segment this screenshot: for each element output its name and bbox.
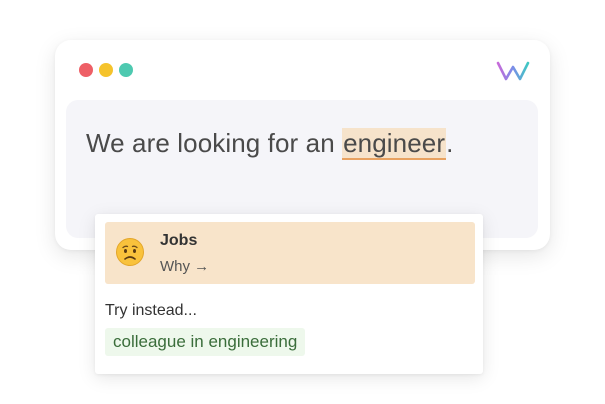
issue-title: Jobs [160,232,198,249]
stage: We are looking for an engineer. Jobs Why… [0,0,605,404]
why-link[interactable]: Why → [160,258,209,275]
minimize-window-button[interactable] [99,63,113,77]
editor-sentence: We are looking for an engineer. [86,128,454,160]
try-instead-label: Try instead... [105,302,197,319]
sentence-text-after: . [446,128,454,158]
flagged-word[interactable]: engineer [342,128,447,160]
suggestion-chip[interactable]: colleague in engineering [105,328,306,356]
maximize-window-button[interactable] [119,63,133,77]
worried-face-icon [116,238,144,266]
window-controls [79,63,133,77]
close-window-button[interactable] [79,63,93,77]
sentence-text-before: We are looking for an [86,128,343,158]
suggestion-popover: Jobs Why → Try instead... colleague in e… [95,214,483,374]
issue-card: Jobs Why → [105,222,475,284]
brand-logo-icon [496,61,530,81]
